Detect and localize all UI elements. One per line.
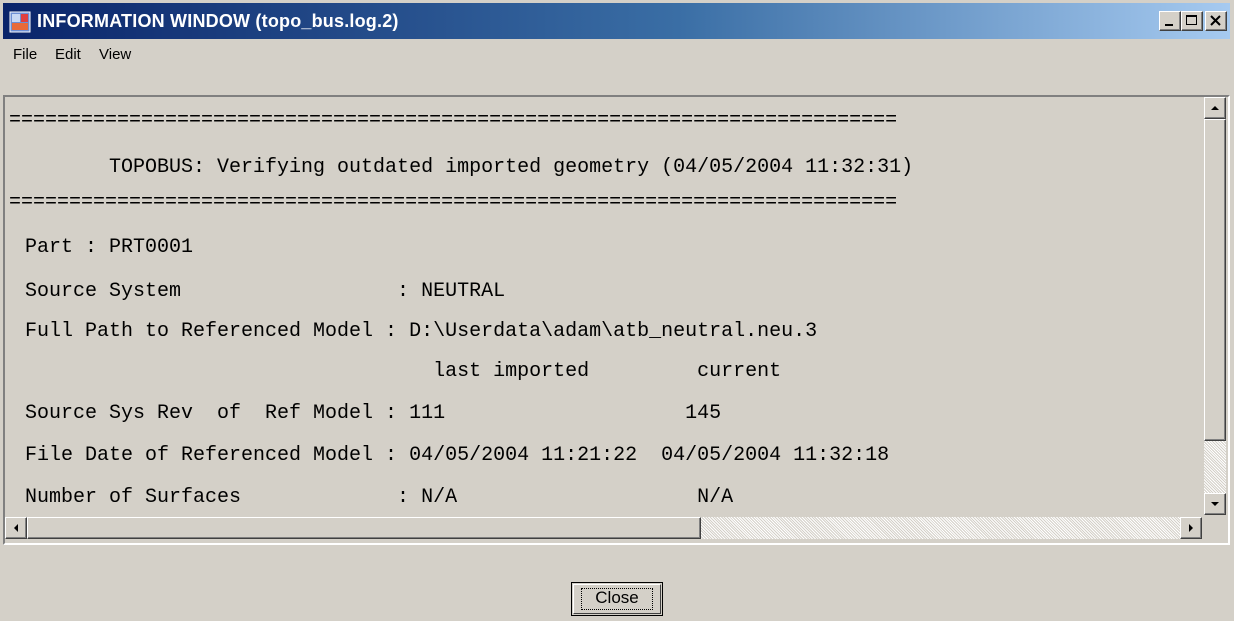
vertical-scroll-thumb[interactable] — [1204, 119, 1226, 441]
close-button-label: Close — [581, 588, 653, 610]
log-surfaces: Number of Surfaces : N/A N/A — [25, 486, 734, 509]
log-source-rev: Source Sys Rev of Ref Model : 111 145 — [25, 402, 722, 425]
log-full-path: Full Path to Referenced Model : D:\Userd… — [25, 320, 818, 343]
close-button[interactable]: Close — [571, 582, 663, 616]
vertical-scrollbar[interactable] — [1204, 97, 1226, 515]
scroll-right-button[interactable] — [1180, 517, 1202, 539]
information-window: INFORMATION WINDOW (topo_bus.log.2) File… — [0, 0, 1234, 621]
horizontal-scrollbar[interactable] — [5, 517, 1202, 541]
separator-line: ========================================… — [9, 191, 898, 214]
log-text-area[interactable]: ========================================… — [3, 95, 1230, 545]
close-icon — [1210, 15, 1221, 26]
scroll-down-button[interactable] — [1204, 493, 1226, 515]
log-heading: TOPOBUS: Verifying outdated imported geo… — [25, 156, 914, 179]
arrow-right-icon — [1189, 524, 1193, 532]
menu-file[interactable]: File — [13, 40, 37, 70]
log-part: Part : PRT0001 — [25, 236, 194, 259]
menu-bar: File Edit View — [3, 40, 1230, 70]
arrow-down-icon — [1211, 502, 1219, 506]
scroll-up-button[interactable] — [1204, 97, 1226, 119]
app-icon — [9, 11, 31, 33]
arrow-up-icon — [1211, 106, 1219, 110]
close-window-button[interactable] — [1205, 11, 1227, 31]
title-bar[interactable]: INFORMATION WINDOW (topo_bus.log.2) — [3, 3, 1230, 39]
scroll-left-button[interactable] — [5, 517, 27, 539]
log-column-headers: last imported current — [25, 360, 782, 383]
minimize-button[interactable] — [1159, 11, 1181, 31]
log-content[interactable]: ========================================… — [7, 97, 1202, 515]
window-title: INFORMATION WINDOW (topo_bus.log.2) — [37, 11, 399, 31]
maximize-icon — [1186, 15, 1197, 25]
minimize-icon — [1165, 24, 1173, 26]
arrow-left-icon — [14, 524, 18, 532]
horizontal-scroll-thumb[interactable] — [27, 517, 701, 539]
log-source-system: Source System : NEUTRAL — [25, 280, 506, 303]
maximize-button[interactable] — [1181, 11, 1203, 31]
menu-view[interactable]: View — [99, 40, 131, 70]
log-file-date: File Date of Referenced Model : 04/05/20… — [25, 444, 890, 467]
separator-line: ========================================… — [9, 109, 898, 132]
menu-edit[interactable]: Edit — [55, 40, 81, 70]
